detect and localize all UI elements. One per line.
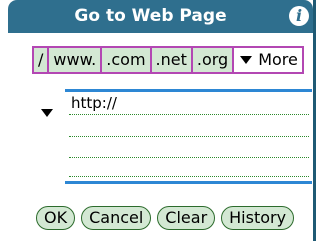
text-line-1 (69, 114, 309, 115)
chevron-down-icon (41, 109, 53, 117)
go-to-web-page-dialog: Go to Web Page i / www. .com .net .org M… (8, 0, 316, 241)
more-dropdown[interactable]: More (234, 48, 302, 72)
info-icon[interactable]: i (289, 6, 309, 26)
shortcut-org-button[interactable]: .org (192, 48, 235, 72)
shortcut-net-button[interactable]: .net (151, 48, 193, 72)
shortcut-slash-button[interactable]: / (34, 48, 50, 72)
dialog-button-row: OK Cancel Clear History (36, 206, 295, 230)
cancel-button[interactable]: Cancel (81, 206, 152, 230)
clear-button[interactable]: Clear (157, 206, 216, 230)
text-line-4 (69, 176, 309, 177)
text-line-3 (69, 157, 309, 158)
url-history-dropdown[interactable] (41, 102, 59, 121)
url-input-value[interactable]: http:// (71, 94, 117, 112)
url-shortcut-bar: / www. .com .net .org More (32, 46, 304, 74)
dialog-title: Go to Web Page (74, 6, 227, 26)
chevron-down-icon (240, 56, 253, 64)
shortcut-com-button[interactable]: .com (102, 48, 152, 72)
field-bottom-border (65, 181, 312, 184)
url-field[interactable]: http:// (65, 89, 312, 185)
dialog-titlebar: Go to Web Page i (8, 0, 313, 33)
ok-button[interactable]: OK (36, 206, 76, 230)
text-line-2 (69, 136, 309, 137)
more-label: More (258, 50, 298, 69)
history-button[interactable]: History (221, 206, 295, 230)
shortcut-www-button[interactable]: www. (49, 48, 103, 72)
field-top-border (65, 89, 312, 92)
